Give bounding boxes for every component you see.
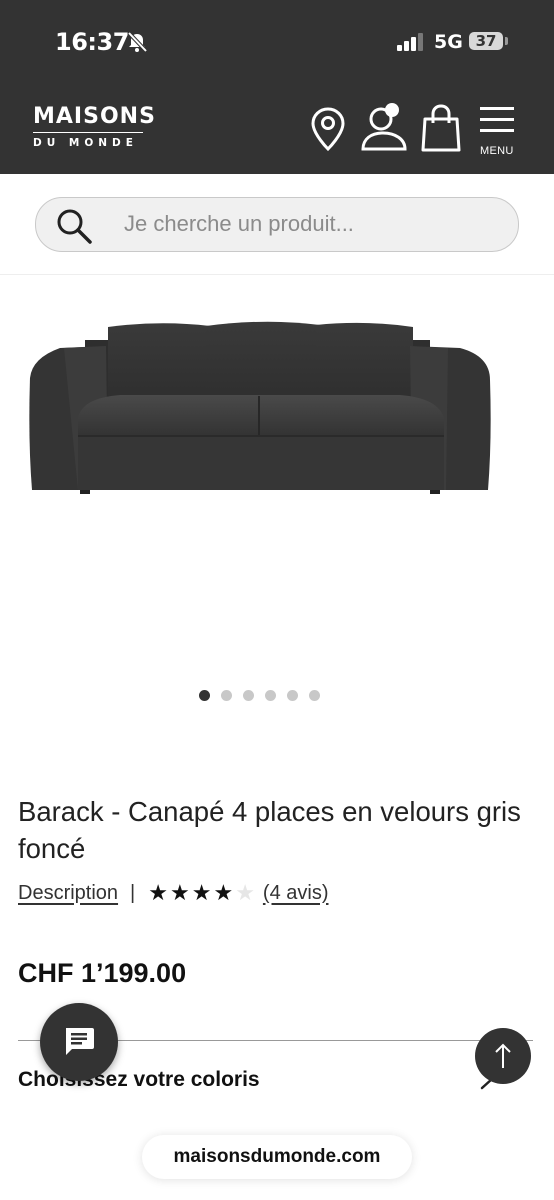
carousel-dot[interactable] <box>199 690 210 701</box>
status-time: 16:37 <box>55 28 129 56</box>
signal-icon <box>397 33 423 51</box>
carousel-dot[interactable] <box>309 690 320 701</box>
product-image[interactable] <box>20 300 500 510</box>
location-pin-icon[interactable] <box>310 106 346 152</box>
star-filled-icon: ★ <box>169 880 190 905</box>
arrow-up-icon <box>495 1043 511 1068</box>
logo-top: MAISONS <box>33 104 156 129</box>
site-header: MAISONS DU MONDE MENU <box>0 88 554 174</box>
carousel-dot[interactable] <box>287 690 298 701</box>
star-filled-icon: ★ <box>191 880 212 905</box>
shopping-bag-icon[interactable] <box>420 104 462 152</box>
chat-button[interactable] <box>40 1003 118 1081</box>
status-bar: 16:37 5G 37 <box>0 0 554 88</box>
network-label: 5G <box>434 31 463 53</box>
meta-separator: | <box>130 881 136 904</box>
star-filled-icon: ★ <box>148 880 168 905</box>
logo-bottom: DU MONDE <box>33 137 138 149</box>
logo-divider <box>33 132 143 133</box>
description-link[interactable]: Description <box>18 882 118 905</box>
scroll-to-top-button[interactable] <box>475 1028 531 1084</box>
account-icon[interactable] <box>360 100 410 152</box>
battery-indicator: 37 <box>469 32 503 50</box>
product-meta-row: Description | ★ ★ ★ ★ ★ (4 avis) <box>18 879 329 907</box>
star-empty-icon: ★ <box>235 880 255 905</box>
hamburger-menu-icon[interactable] <box>480 106 514 134</box>
battery-tip <box>505 37 508 45</box>
bell-muted-icon <box>127 31 148 53</box>
product-price: CHF 1’199.00 <box>18 958 187 988</box>
reviews-link[interactable]: (4 avis) <box>263 882 329 905</box>
rating-stars: ★ ★ ★ ★ ★ <box>148 882 255 904</box>
search-section <box>0 174 554 275</box>
search-bar[interactable] <box>35 197 519 252</box>
menu-label[interactable]: MENU <box>480 145 514 157</box>
carousel-dot[interactable] <box>221 690 232 701</box>
search-input[interactable] <box>124 210 494 238</box>
carousel-dots <box>199 690 320 701</box>
star-filled-icon: ★ <box>213 880 234 905</box>
carousel-dot[interactable] <box>265 690 276 701</box>
browser-url-bar[interactable]: maisonsdumonde.com <box>142 1135 412 1179</box>
carousel-dot[interactable] <box>243 690 254 701</box>
search-icon[interactable] <box>56 208 92 244</box>
chat-icon <box>66 1028 94 1055</box>
product-title: Barack - Canapé 4 places en velours gris… <box>18 796 521 864</box>
brand-logo[interactable]: MAISONS DU MONDE <box>33 104 156 149</box>
